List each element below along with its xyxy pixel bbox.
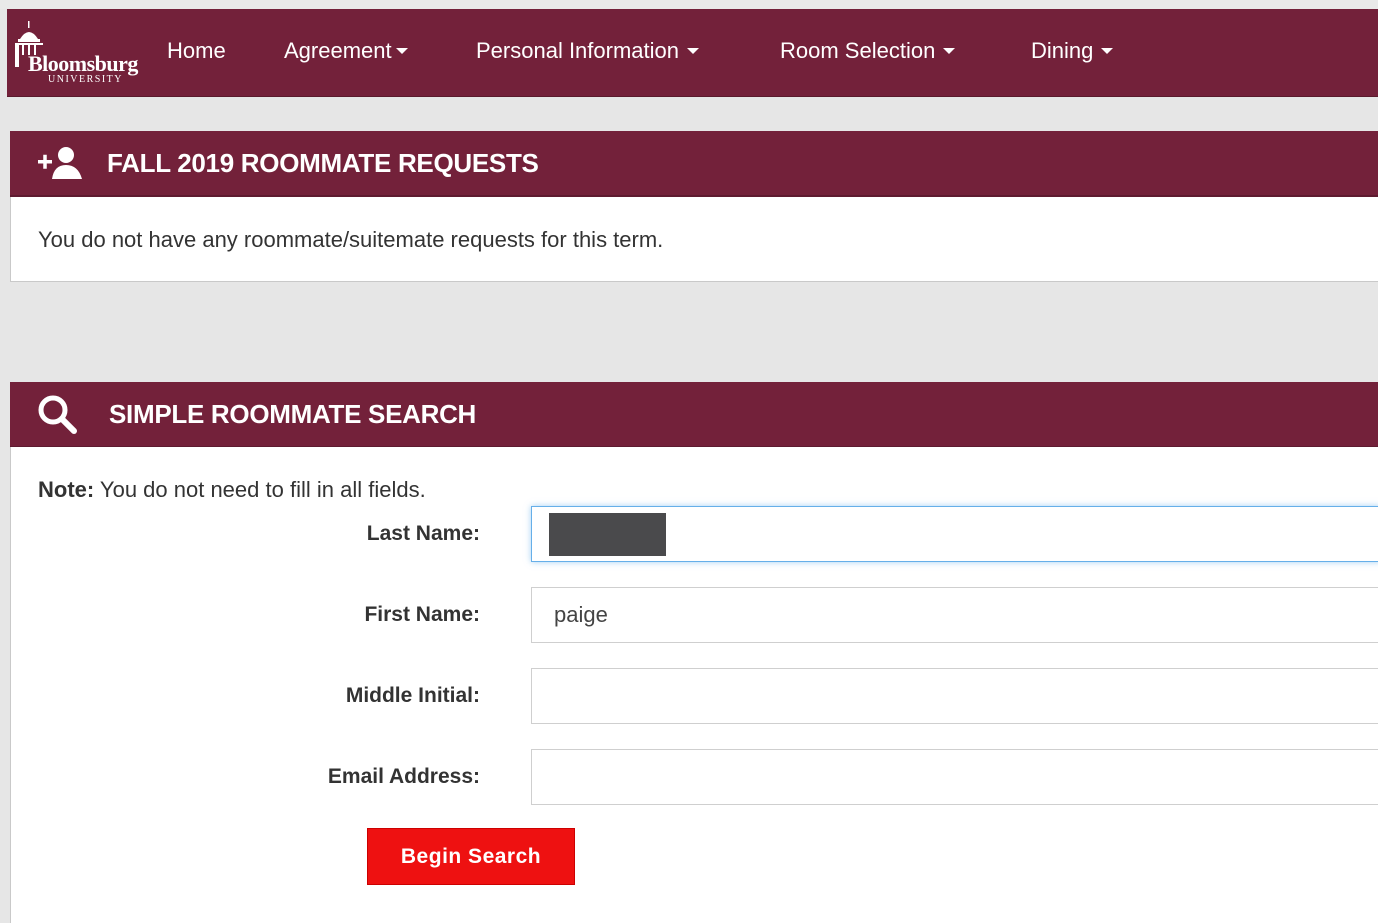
search-note: Note: You do not need to fill in all fie… bbox=[38, 477, 426, 503]
email-address-label: Email Address: bbox=[327, 765, 480, 788]
nav-personal-information-label: Personal Information bbox=[476, 38, 679, 63]
add-user-icon bbox=[38, 147, 82, 179]
nav-dining-label: Dining bbox=[1031, 38, 1094, 63]
requests-panel-title: FALL 2019 ROOMMATE REQUESTS bbox=[107, 148, 539, 178]
no-requests-message: You do not have any roommate/suitemate r… bbox=[38, 227, 664, 252]
first-name-label: First Name: bbox=[364, 603, 480, 626]
nav-room-selection[interactable]: Room Selection bbox=[780, 38, 956, 64]
nav-room-selection-label: Room Selection bbox=[780, 38, 936, 63]
page: Bloomsburg UNIVERSITY Home Agreement Per… bbox=[0, 0, 1378, 923]
nav-agreement[interactable]: Agreement bbox=[284, 38, 408, 64]
caret-down-icon bbox=[1101, 47, 1114, 54]
university-logo[interactable]: Bloomsburg UNIVERSITY bbox=[12, 17, 144, 87]
requests-panel-header: FALL 2019 ROOMMATE REQUESTS bbox=[10, 131, 1378, 197]
last-name-label: Last Name: bbox=[366, 522, 480, 545]
nav-personal-information[interactable]: Personal Information bbox=[476, 38, 699, 64]
begin-search-button[interactable]: Begin Search bbox=[367, 828, 575, 885]
top-strip bbox=[0, 0, 1378, 9]
main-navbar: Bloomsburg UNIVERSITY Home Agreement Per… bbox=[7, 9, 1378, 97]
search-panel-header: SIMPLE ROOMMATE SEARCH bbox=[10, 382, 1378, 448]
nav-home-label: Home bbox=[167, 38, 226, 63]
search-note-text: You do not need to fill in all fields. bbox=[94, 477, 426, 502]
email-address-input[interactable] bbox=[531, 749, 1378, 805]
middle-initial-input[interactable] bbox=[531, 668, 1378, 724]
nav-home[interactable]: Home bbox=[167, 38, 226, 64]
redacted-block bbox=[549, 513, 666, 556]
first-name-input[interactable] bbox=[531, 587, 1378, 643]
search-note-label: Note: bbox=[38, 477, 95, 502]
caret-down-icon bbox=[687, 47, 699, 54]
middle-initial-label: Middle Initial: bbox=[345, 684, 480, 707]
nav-dining[interactable]: Dining bbox=[1031, 38, 1114, 64]
search-panel-title: SIMPLE ROOMMATE SEARCH bbox=[109, 399, 477, 429]
caret-down-icon bbox=[943, 47, 956, 54]
search-icon bbox=[38, 395, 77, 434]
requests-panel-body: You do not have any roommate/suitemate r… bbox=[10, 197, 1378, 282]
logo-subtitle: UNIVERSITY bbox=[48, 74, 123, 85]
nav-agreement-label: Agreement bbox=[284, 38, 392, 63]
caret-down-icon bbox=[395, 47, 408, 54]
